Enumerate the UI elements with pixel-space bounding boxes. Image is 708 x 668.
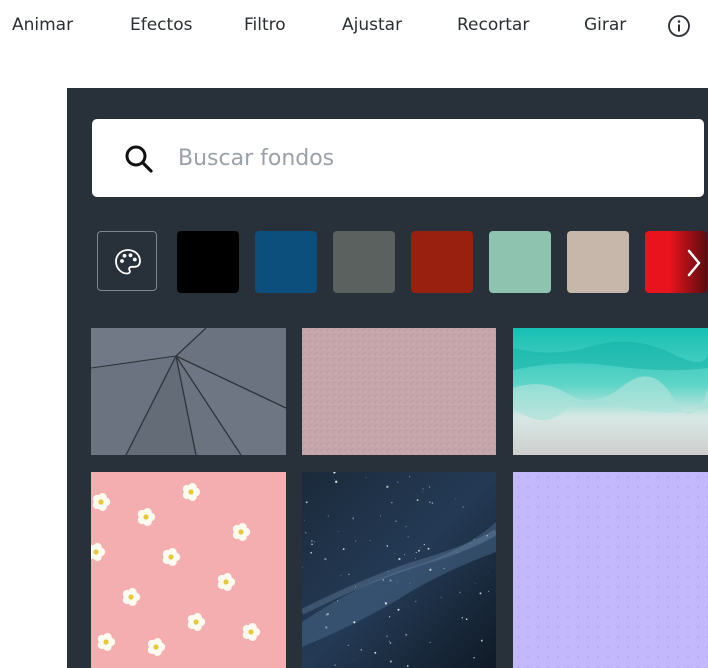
- search-icon: [124, 144, 154, 174]
- effects-button[interactable]: Efectos: [130, 15, 192, 35]
- background-thumbnail-teal-watercolor[interactable]: [513, 328, 708, 455]
- background-thumbnail-gray-geometric[interactable]: [91, 328, 286, 455]
- palette-icon: [115, 249, 141, 275]
- color-swatch[interactable]: [177, 231, 239, 293]
- search-input[interactable]: [178, 139, 678, 177]
- background-thumbnail-pink-flowers[interactable]: [91, 472, 286, 668]
- toolbar: Animar Efectos Filtro Ajustar Recortar G…: [0, 0, 708, 56]
- background-thumbnail-pink-texture[interactable]: [302, 328, 496, 455]
- color-palette-button[interactable]: [97, 231, 157, 291]
- background-thumbnail-starry-sky[interactable]: [302, 472, 496, 668]
- info-icon[interactable]: [667, 14, 691, 38]
- color-swatch[interactable]: [567, 231, 629, 293]
- crop-button[interactable]: Recortar: [457, 15, 529, 35]
- color-swatch[interactable]: [411, 231, 473, 293]
- filter-button[interactable]: Filtro: [244, 15, 286, 35]
- search-box: [92, 119, 704, 197]
- chevron-right-icon[interactable]: [685, 248, 703, 278]
- color-swatch[interactable]: [489, 231, 551, 293]
- color-swatch[interactable]: [333, 231, 395, 293]
- animate-button[interactable]: Animar: [12, 15, 73, 35]
- backgrounds-panel: [67, 88, 708, 668]
- adjust-button[interactable]: Ajustar: [342, 15, 402, 35]
- rotate-button[interactable]: Girar: [584, 15, 626, 35]
- color-swatch[interactable]: [255, 231, 317, 293]
- background-thumbnail-lavender-pattern[interactable]: [513, 472, 708, 668]
